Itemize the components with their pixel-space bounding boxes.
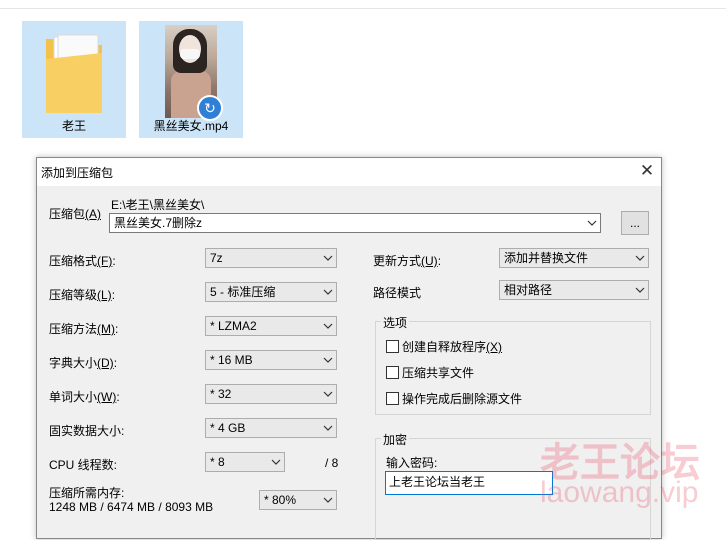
archive-label: 压缩包(A) [49,207,102,221]
path-mode-label: 路径模式 [373,286,422,300]
memory-label: 压缩所需内存: [49,486,125,500]
level-select[interactable]: 5 - 标准压缩 [205,282,337,302]
watermark-url: laowang.vip [540,476,699,509]
archive-path: E:\老王\黑丝美女\ [111,198,205,212]
chevron-down-icon [323,249,333,267]
explorer-top-edge [0,0,726,9]
checkbox-box [386,366,399,379]
dictionary-label: 字典大小(D): [49,356,118,370]
format-label: 压缩格式(F): [49,254,116,268]
solid-block-select[interactable]: * 4 GB [205,418,337,438]
password-label: 输入密码: [386,456,438,470]
chevron-down-icon [323,385,333,403]
cpu-threads-select[interactable]: * 8 [205,452,285,472]
solid-block-label: 固实数据大小: [49,424,125,438]
memory-stats: 1248 MB / 6474 MB / 8093 MB [49,500,214,514]
checkbox-box [386,392,399,405]
sfx-checkbox[interactable]: 创建自释放程序(X) [386,338,502,355]
encryption-group-title: 加密 [381,431,410,448]
folder-label: 老王 [61,119,86,133]
chevron-down-icon [587,214,597,232]
word-size-label: 单词大小(W): [49,390,120,404]
browse-button[interactable]: ... [621,211,649,235]
close-icon: ✕ [639,161,655,180]
dialog-title: 添加到压缩包 [41,166,114,180]
chevron-down-icon [271,453,281,471]
chevron-down-icon [323,491,333,509]
method-label: 压缩方法(M): [49,322,119,336]
chevron-down-icon [323,283,333,301]
folder-icon [46,34,102,113]
word-size-select[interactable]: * 32 [205,384,337,404]
cpu-threads-label: CPU 线程数: [49,458,118,472]
folder-item[interactable]: 老王 [22,21,126,138]
password-input[interactable]: 上老王论坛当老王 [385,471,553,495]
chevron-down-icon [323,419,333,437]
path-mode-select[interactable]: 相对路径 [499,280,649,300]
close-button[interactable]: ✕ [633,158,661,186]
video-file-label: 黑丝美女.mp4 [153,119,229,133]
memory-usage-select[interactable]: * 80% [259,490,337,510]
file-explorer-view: 老王 ↻ 黑丝美女.mp4 [0,0,726,150]
video-file-item[interactable]: ↻ 黑丝美女.mp4 [139,21,243,138]
delete-after-checkbox[interactable]: 操作完成后删除源文件 [386,390,522,407]
update-mode-label: 更新方式(U): [373,254,442,268]
format-select[interactable]: 7z [205,248,337,268]
options-group-title: 选项 [381,314,410,331]
checkbox-box [386,340,399,353]
compress-shared-checkbox[interactable]: 压缩共享文件 [386,364,474,381]
dictionary-select[interactable]: * 16 MB [205,350,337,370]
chevron-down-icon [635,249,645,267]
update-mode-select[interactable]: 添加并替换文件 [499,248,649,268]
chevron-down-icon [323,317,333,335]
chevron-down-icon [323,351,333,369]
archive-name-combobox[interactable]: 黑丝美女.7删除z [109,213,601,233]
method-select[interactable]: * LZMA2 [205,316,337,336]
dialog-titlebar: 添加到压缩包 ✕ [37,158,661,186]
level-label: 压缩等级(L): [49,288,116,302]
cpu-threads-max: / 8 [325,456,339,470]
chevron-down-icon [635,281,645,299]
